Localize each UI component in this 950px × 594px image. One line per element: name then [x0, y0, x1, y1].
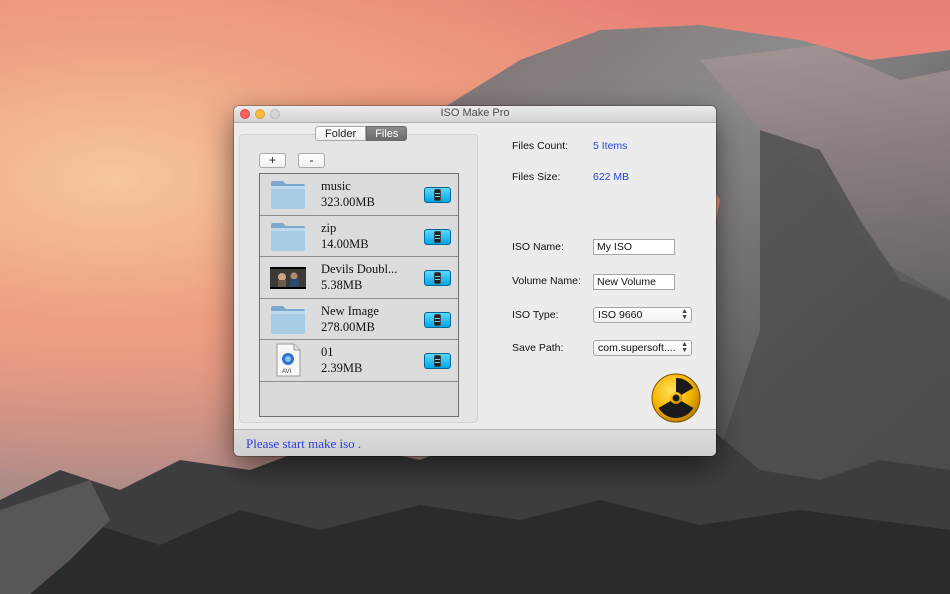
files-count-label: Files Count:: [512, 140, 569, 152]
iso-name-field[interactable]: [593, 239, 675, 255]
avi-file-icon: AVI: [276, 343, 301, 377]
folder-icon: [271, 305, 305, 334]
tab-files[interactable]: Files: [366, 126, 408, 141]
file-info-button[interactable]: [424, 311, 451, 328]
file-info-button[interactable]: [424, 228, 451, 245]
app-window: ISO Make Pro Folder Files + - music 323.…: [234, 106, 716, 456]
file-name: zip: [321, 220, 337, 235]
source-tabs: Folder Files: [315, 126, 408, 141]
file-size: 2.39MB: [321, 361, 363, 375]
volume-name-label: Volume Name:: [512, 275, 581, 287]
popup-arrows-icon: ▲ ▼: [681, 341, 688, 354]
title-bar[interactable]: ISO Make Pro: [234, 106, 716, 123]
save-path-label: Save Path:: [512, 342, 564, 354]
svg-text:AVI: AVI: [282, 369, 292, 375]
file-row[interactable]: New Image 278.00MB: [260, 298, 458, 340]
window-title: ISO Make Pro: [440, 107, 510, 119]
file-row[interactable]: music 323.00MB: [260, 174, 458, 216]
video-thumbnail-icon: [270, 267, 306, 289]
files-count-value: 5 Items: [593, 140, 628, 152]
folder-icon: [271, 181, 305, 209]
file-name: 01: [321, 345, 334, 359]
iso-type-select[interactable]: ISO 9660 ▲ ▼: [593, 307, 692, 323]
file-list[interactable]: music 323.00MB zip 14.00MB Devils Doubl.…: [259, 173, 459, 417]
folder-icon: [271, 222, 305, 251]
burn-button[interactable]: [651, 373, 701, 423]
iso-type-label: ISO Type:: [512, 309, 559, 321]
file-row[interactable]: zip 14.00MB: [260, 215, 458, 257]
add-file-button[interactable]: +: [259, 153, 286, 168]
file-info-button[interactable]: [424, 187, 451, 203]
tab-folder[interactable]: Folder: [315, 126, 367, 141]
file-size: 5.38MB: [321, 278, 363, 292]
files-size-label: Files Size:: [512, 171, 561, 183]
file-size: 278.00MB: [321, 319, 375, 334]
status-text: Please start make iso .: [246, 436, 362, 451]
popup-arrows-icon: ▲ ▼: [681, 308, 688, 321]
file-size: 323.00MB: [321, 195, 375, 209]
file-row[interactable]: AVI 01 2.39MB: [260, 340, 458, 382]
status-bar: Please start make iso .: [234, 429, 716, 456]
file-size: 14.00MB: [321, 236, 369, 251]
file-name: music: [321, 179, 351, 193]
file-info-button[interactable]: [424, 353, 451, 369]
save-path-value: com.supersoft....: [598, 342, 676, 354]
remove-file-button[interactable]: -: [298, 153, 325, 168]
files-size-value: 622 MB: [593, 171, 630, 183]
save-path-select[interactable]: com.supersoft.... ▲ ▼: [593, 340, 692, 356]
volume-name-field[interactable]: [593, 274, 675, 290]
file-row[interactable]: Devils Doubl... 5.38MB: [260, 257, 458, 299]
file-name: Devils Doubl...: [321, 262, 398, 276]
file-info-button[interactable]: [424, 270, 451, 286]
iso-name-label: ISO Name:: [512, 241, 564, 253]
file-name: New Image: [321, 303, 379, 318]
iso-type-value: ISO 9660: [598, 309, 643, 321]
